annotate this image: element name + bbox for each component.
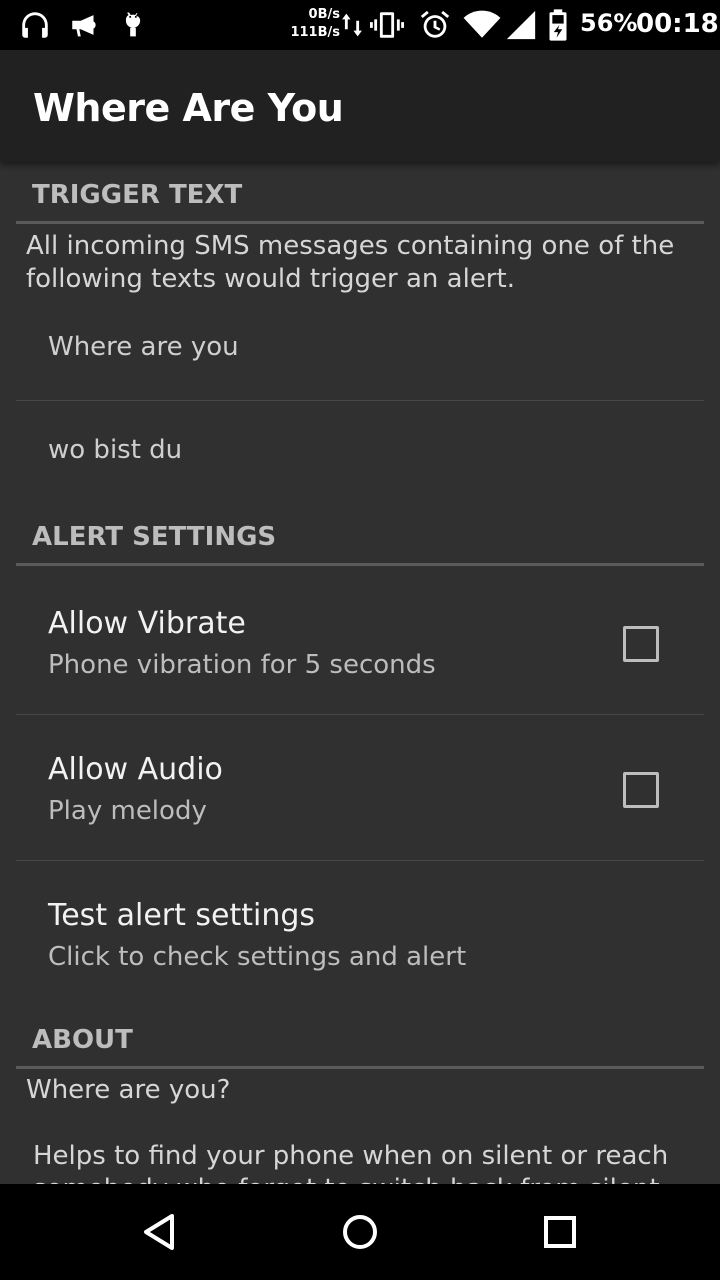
section-header-about: ABOUT	[16, 1007, 704, 1069]
app-bar: Where Are You	[0, 50, 720, 162]
section-header-label: TRIGGER TEXT	[32, 180, 243, 210]
wifi-icon	[462, 8, 502, 42]
about-body-line: somebody who forgot to switch back from …	[33, 1173, 660, 1184]
status-bar: 0B/s 111B/s 56% 00:18	[0, 0, 720, 50]
pref-summary: Click to check settings and alert	[48, 942, 467, 972]
recents-icon[interactable]	[534, 1206, 586, 1258]
battery-charging-icon	[546, 8, 570, 42]
battery-percentage: 56%	[580, 9, 638, 37]
about-body-line: Helps to find your phone when on silent …	[33, 1141, 669, 1171]
settings-list[interactable]: TRIGGER TEXT All incoming SMS messages c…	[0, 162, 720, 1184]
trigger-text-item-label: wo bist du	[48, 435, 183, 465]
pref-test-alert[interactable]: Test alert settings Click to check setti…	[16, 860, 704, 1006]
home-icon[interactable]	[334, 1206, 386, 1258]
alarm-icon	[418, 8, 452, 42]
audio-checkbox[interactable]	[623, 772, 659, 808]
net-up-speed: 111B/s	[290, 25, 340, 40]
pref-title: Allow Vibrate	[48, 606, 246, 641]
android-icon	[116, 8, 150, 42]
app-title: Where Are You	[33, 86, 344, 130]
pref-title: Test alert settings	[48, 898, 316, 933]
pref-title: Allow Audio	[48, 752, 223, 787]
headset-icon	[18, 8, 52, 42]
megaphone-icon	[68, 8, 102, 42]
trigger-text-description: All incoming SMS messages containing one…	[26, 231, 675, 294]
pref-summary: Phone vibration for 5 seconds	[48, 650, 436, 680]
pref-allow-vibrate[interactable]: Allow Vibrate Phone vibration for 5 seco…	[16, 568, 704, 714]
trigger-text-item-label: Where are you	[48, 332, 239, 362]
trigger-text-item[interactable]: wo bist du	[16, 401, 704, 504]
vibrate-checkbox[interactable]	[623, 626, 659, 662]
vibrate-icon	[370, 8, 404, 42]
network-speed: 0B/s 111B/s	[284, 6, 340, 42]
cell-signal-icon	[504, 8, 538, 42]
clock: 00:18	[636, 9, 719, 39]
navigation-bar	[0, 1184, 720, 1280]
pref-summary: Play melody	[48, 796, 207, 826]
section-header-trigger-text: TRIGGER TEXT	[16, 162, 704, 224]
pref-allow-audio[interactable]: Allow Audio Play melody	[16, 714, 704, 860]
about-title: Where are you?	[26, 1075, 231, 1105]
section-header-label: ALERT SETTINGS	[32, 522, 277, 552]
back-icon[interactable]	[134, 1206, 186, 1258]
trigger-text-item[interactable]: Where are you	[16, 298, 704, 401]
section-header-alert-settings: ALERT SETTINGS	[16, 504, 704, 566]
data-transfer-icon	[340, 8, 364, 42]
section-header-label: ABOUT	[32, 1025, 133, 1055]
net-down-speed: 0B/s	[308, 7, 340, 22]
